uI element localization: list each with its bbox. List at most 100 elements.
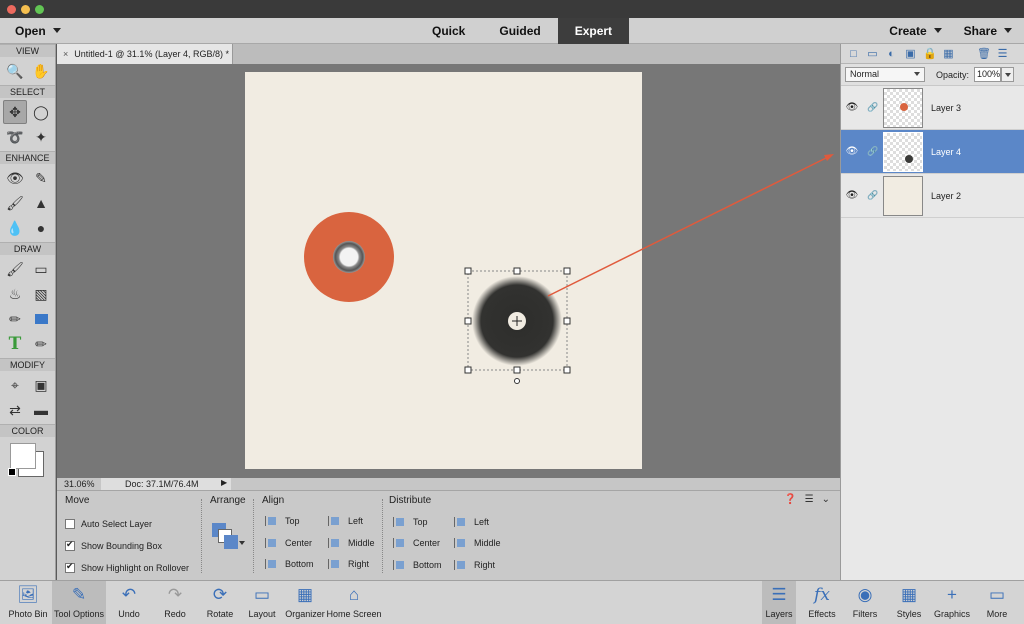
align-center[interactable]: Center (265, 538, 312, 548)
create-menu[interactable]: Create (889, 24, 942, 38)
paint-bucket-icon[interactable]: ♨ (3, 282, 27, 306)
handle-bottom-right[interactable] (563, 366, 571, 374)
show-highlight-checkbox[interactable] (65, 561, 75, 573)
align-left[interactable]: Left (328, 516, 363, 526)
close-window-button[interactable] (7, 5, 16, 14)
tab-expert[interactable]: Expert (557, 18, 630, 44)
visibility-eye-icon[interactable]: 👁 (841, 146, 863, 157)
rotate-button[interactable]: ⟳ Rotate (200, 581, 240, 624)
recompose-tool-icon[interactable]: ▣ (29, 373, 53, 397)
share-menu[interactable]: Share (964, 24, 1012, 38)
image-canvas[interactable] (245, 72, 642, 469)
shape-tool-icon[interactable] (29, 307, 53, 331)
options-menu-icon[interactable]: ☰ (805, 494, 814, 505)
delete-layer-icon[interactable]: 🗑 (977, 47, 991, 60)
layer-mask-icon[interactable]: ▣ (904, 47, 917, 60)
zoom-window-button[interactable] (35, 5, 44, 14)
tab-guided[interactable]: Guided (482, 18, 557, 44)
align-top[interactable]: Top (265, 516, 300, 526)
hand-tool-icon[interactable]: ✋ (29, 59, 53, 83)
handle-top-right[interactable] (563, 267, 571, 275)
zoom-tool-icon[interactable]: 🔍 (3, 59, 27, 83)
show-bounding-checkbox[interactable] (65, 539, 75, 551)
handle-top-left[interactable] (464, 267, 472, 275)
distribute-bottom[interactable]: Bottom (393, 560, 442, 570)
redo-button[interactable]: ↷ Redo (158, 581, 192, 624)
layer-row-layer-2[interactable]: 👁 🔗 Layer 2 (841, 174, 1024, 218)
photo-bin-button[interactable]: 🖼 Photo Bin (6, 581, 50, 624)
pencil-tool-icon[interactable]: ✏ (29, 332, 53, 356)
elliptical-marquee-icon[interactable]: ◯ (29, 100, 53, 124)
clone-stamp-icon[interactable]: ▲ (29, 191, 53, 215)
workspace[interactable] (57, 64, 840, 478)
red-eye-tool-icon[interactable]: 👁 (3, 166, 27, 190)
panel-menu-icon[interactable]: ☰ (996, 47, 1009, 60)
spot-healing-icon[interactable]: ✎ (29, 166, 53, 190)
adjustment-layer-icon[interactable]: ◐ (885, 48, 898, 60)
arrange-dropdown[interactable] (210, 521, 246, 551)
zoom-readout[interactable]: 31.06% (64, 479, 95, 489)
layer-row-layer-3[interactable]: 👁 🔗 Layer 3 (841, 86, 1024, 130)
undo-button[interactable]: ↶ Undo (112, 581, 146, 624)
rotate-handle[interactable] (514, 378, 520, 384)
layout-button[interactable]: ▭ Layout (244, 581, 280, 624)
auto-select-checkbox[interactable] (65, 519, 75, 529)
sponge-tool-icon[interactable]: ● (29, 216, 53, 240)
handle-bottom-middle[interactable] (513, 366, 521, 374)
smart-brush-icon[interactable]: 🖌 (3, 191, 27, 215)
eyedropper-icon[interactable]: ✏ (3, 307, 27, 331)
styles-button[interactable]: ▦ Styles (892, 581, 926, 624)
handle-middle-right[interactable] (563, 317, 571, 325)
new-group-icon[interactable]: ▭ (866, 47, 879, 60)
effects-button[interactable]: fx Effects (804, 581, 840, 624)
link-icon[interactable]: 🔗 (863, 102, 883, 113)
status-menu-arrow-icon[interactable]: ▶ (221, 478, 227, 487)
visibility-eye-icon[interactable]: 👁 (841, 190, 863, 201)
tab-quick[interactable]: Quick (415, 18, 482, 44)
text-tool-icon[interactable]: T (3, 332, 27, 356)
more-button[interactable]: ▭ More (982, 581, 1012, 624)
link-icon[interactable]: 🔗 (863, 190, 883, 201)
visibility-eye-icon[interactable]: 👁 (841, 102, 863, 113)
minimize-window-button[interactable] (21, 5, 30, 14)
eraser-tool-icon[interactable]: ▭ (29, 257, 53, 281)
lock-all-icon[interactable]: 🔒 (923, 47, 937, 60)
show-highlight-option[interactable]: Show Highlight on Rollover (65, 561, 189, 573)
close-tab-icon[interactable]: × (63, 49, 68, 59)
default-colors-icon[interactable] (7, 468, 16, 476)
home-screen-button[interactable]: ⌂ Home Screen (326, 581, 382, 624)
content-aware-move-icon[interactable]: ⇄ (3, 398, 27, 422)
lock-transparent-icon[interactable]: ▦ (942, 47, 955, 60)
tool-options-button[interactable]: ✎ Tool Options (52, 581, 106, 624)
layers-button[interactable]: ☰ Layers (762, 581, 796, 624)
open-button[interactable]: Open (15, 24, 61, 38)
crop-tool-icon[interactable]: ⌖ (3, 373, 27, 397)
distribute-right[interactable]: Right (454, 560, 495, 570)
opacity-input[interactable]: 100% (974, 67, 1002, 82)
handle-middle-left[interactable] (464, 317, 472, 325)
layer-row-layer-4[interactable]: 👁 🔗 Layer 4 (841, 130, 1024, 174)
organizer-button[interactable]: ▦ Organizer (284, 581, 326, 624)
handle-bottom-left[interactable] (464, 366, 472, 374)
help-icon[interactable]: ❓ (784, 494, 796, 505)
filters-button[interactable]: ◉ Filters (848, 581, 882, 624)
blur-tool-icon[interactable]: 💧 (3, 216, 27, 240)
distribute-top[interactable]: Top (393, 517, 428, 527)
align-bottom[interactable]: Bottom (265, 559, 314, 569)
show-bounding-box-option[interactable]: Show Bounding Box (65, 539, 162, 551)
color-swatch[interactable] (7, 441, 48, 481)
new-layer-icon[interactable]: □ (847, 48, 860, 60)
align-right[interactable]: Right (328, 559, 369, 569)
handle-top-middle[interactable] (513, 267, 521, 275)
brush-tool-icon[interactable]: 🖌 (3, 257, 27, 281)
document-tab[interactable]: × Untitled-1 @ 31.1% (Layer 4, RGB/8) * (57, 44, 233, 64)
distribute-left[interactable]: Left (454, 517, 489, 527)
foreground-color-swatch[interactable] (9, 443, 36, 469)
distribute-center[interactable]: Center (393, 538, 440, 548)
move-tool-icon[interactable]: ✥ (3, 100, 27, 124)
blend-mode-select[interactable]: Normal (845, 67, 925, 82)
collapse-chevron-icon[interactable]: ⌄ (822, 494, 830, 505)
auto-select-layer-option[interactable]: Auto Select Layer (65, 519, 152, 529)
distribute-middle[interactable]: Middle (454, 538, 501, 548)
link-icon[interactable]: 🔗 (863, 146, 883, 157)
